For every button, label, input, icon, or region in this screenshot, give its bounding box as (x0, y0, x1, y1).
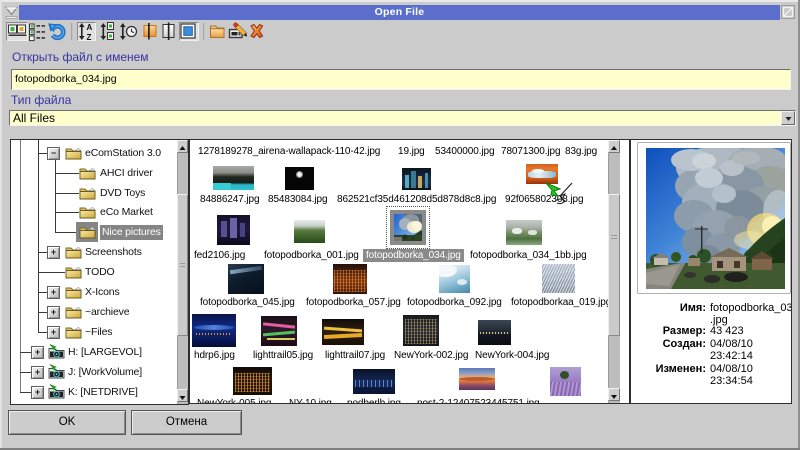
svg-text:A: A (87, 23, 93, 32)
svg-text:Z: Z (87, 33, 92, 42)
